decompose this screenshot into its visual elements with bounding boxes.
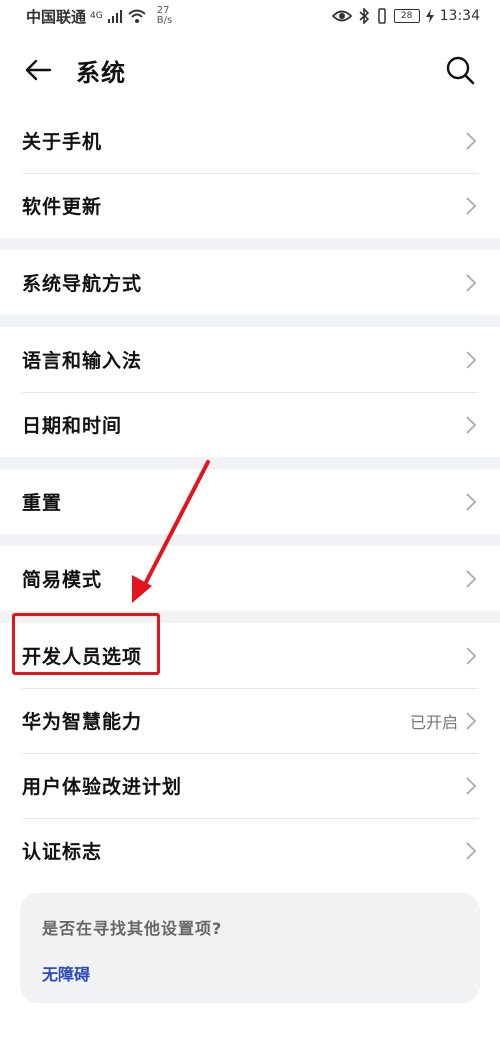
chevron-right-icon bbox=[466, 841, 477, 860]
settings-group-2: 系统导航方式 bbox=[0, 250, 500, 315]
network-type: 4G bbox=[90, 11, 103, 21]
vibrate-icon bbox=[377, 8, 386, 24]
charging-icon bbox=[425, 9, 434, 23]
setting-simple-mode[interactable]: 简易模式 bbox=[0, 546, 500, 611]
setting-label: 用户体验改进计划 bbox=[22, 776, 183, 798]
setting-label: 系统导航方式 bbox=[22, 273, 143, 295]
settings-group-1: 关于手机 软件更新 bbox=[0, 108, 500, 238]
settings-group-6: 开发人员选项 华为智慧能力 已开启 用户体验改进计划 认证标志 bbox=[0, 623, 500, 883]
status-right: 28 13:34 bbox=[331, 8, 480, 24]
settings-group-3: 语言和输入法 日期和时间 bbox=[0, 327, 500, 457]
suggestion-title: 是否在寻找其他设置项? bbox=[42, 919, 223, 938]
chevron-right-icon bbox=[466, 415, 477, 434]
setting-reset[interactable]: 重置 bbox=[0, 469, 500, 534]
search-icon[interactable] bbox=[444, 54, 476, 86]
group-divider bbox=[0, 611, 500, 623]
setting-label: 开发人员选项 bbox=[22, 646, 143, 668]
page-title: 系统 bbox=[76, 58, 126, 87]
battery-indicator: 28 bbox=[393, 9, 420, 23]
status-left: 中国联通 4G 27 B/s bbox=[26, 6, 172, 27]
network-speed: 27 B/s bbox=[157, 6, 172, 26]
chevron-right-icon bbox=[466, 196, 477, 215]
chevron-right-icon bbox=[466, 131, 477, 150]
chevron-right-icon bbox=[466, 492, 477, 511]
setting-huawei-ai[interactable]: 华为智慧能力 已开启 bbox=[0, 688, 500, 753]
setting-label: 语言和输入法 bbox=[22, 350, 143, 372]
chevron-right-icon bbox=[466, 569, 477, 588]
eye-icon bbox=[331, 10, 352, 22]
signal-icon bbox=[107, 10, 122, 23]
chevron-right-icon bbox=[466, 646, 477, 665]
suggestion-card: 是否在寻找其他设置项? 无障碍 bbox=[20, 893, 480, 1003]
setting-ux-plan[interactable]: 用户体验改进计划 bbox=[0, 753, 500, 818]
bluetooth-icon bbox=[359, 8, 369, 24]
chevron-right-icon bbox=[466, 711, 477, 730]
chevron-right-icon bbox=[466, 273, 477, 292]
setting-value-group: 已开启 bbox=[410, 709, 478, 733]
settings-group-4: 重置 bbox=[0, 469, 500, 534]
group-divider bbox=[0, 238, 500, 250]
setting-about-phone[interactable]: 关于手机 bbox=[0, 108, 500, 173]
setting-cert-marks[interactable]: 认证标志 bbox=[0, 818, 500, 883]
setting-label: 日期和时间 bbox=[22, 415, 123, 437]
setting-developer-options[interactable]: 开发人员选项 bbox=[0, 623, 500, 688]
group-divider bbox=[0, 457, 500, 469]
wifi-icon bbox=[128, 9, 146, 23]
setting-label: 重置 bbox=[22, 492, 63, 514]
setting-status-value: 已开启 bbox=[409, 712, 458, 732]
back-arrow-icon[interactable] bbox=[22, 54, 54, 86]
speed-unit: B/s bbox=[156, 15, 173, 26]
app-bar: 系统 bbox=[0, 32, 500, 108]
setting-label: 简易模式 bbox=[22, 569, 103, 591]
setting-language-input[interactable]: 语言和输入法 bbox=[0, 327, 500, 392]
group-divider bbox=[0, 315, 500, 327]
clock: 13:34 bbox=[439, 8, 480, 24]
setting-label: 认证标志 bbox=[22, 841, 103, 863]
setting-label: 软件更新 bbox=[22, 196, 103, 218]
status-bar: 中国联通 4G 27 B/s 28 13:34 bbox=[0, 0, 500, 32]
chevron-right-icon bbox=[466, 776, 477, 795]
setting-software-update[interactable]: 软件更新 bbox=[0, 173, 500, 238]
settings-group-5: 简易模式 bbox=[0, 546, 500, 611]
group-divider bbox=[0, 534, 500, 546]
setting-nav-mode[interactable]: 系统导航方式 bbox=[0, 250, 500, 315]
accessibility-link[interactable]: 无障碍 bbox=[42, 961, 458, 985]
setting-date-time[interactable]: 日期和时间 bbox=[0, 392, 500, 457]
carrier-label: 中国联通 bbox=[26, 7, 87, 26]
setting-label: 华为智慧能力 bbox=[22, 711, 143, 733]
setting-label: 关于手机 bbox=[22, 131, 103, 153]
chevron-right-icon bbox=[466, 350, 477, 369]
